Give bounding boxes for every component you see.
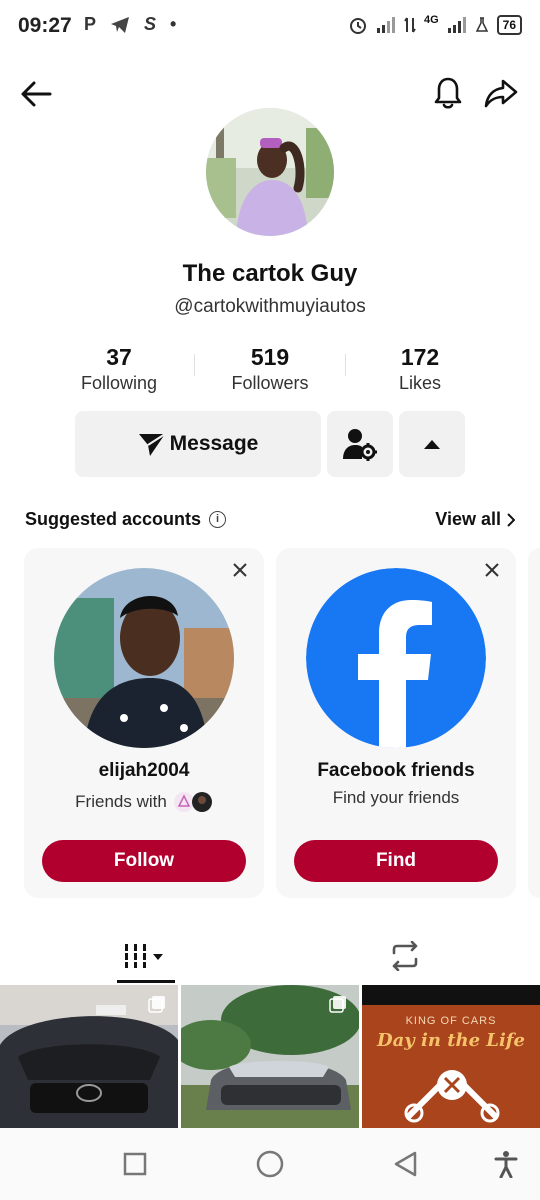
info-icon[interactable]: i xyxy=(209,511,227,528)
multi-photo-icon xyxy=(148,996,165,1013)
following-count: 37 xyxy=(106,344,132,370)
user-gear-icon xyxy=(343,429,377,461)
tab-videos[interactable] xyxy=(0,930,290,982)
message-label: Message xyxy=(169,432,259,455)
followers-label: Followers xyxy=(231,373,309,393)
suggested-subtitle: Friends with xyxy=(24,791,264,813)
message-button[interactable]: Message xyxy=(75,411,321,477)
close-icon xyxy=(485,563,499,577)
profile-name: The cartok Guy xyxy=(182,260,358,287)
followers-stat[interactable]: 519 Followers xyxy=(200,344,340,394)
dismiss-button[interactable] xyxy=(482,560,502,580)
battery-indicator: 76 xyxy=(496,15,522,35)
caret-up-icon xyxy=(424,440,440,449)
accessibility-icon xyxy=(494,1151,518,1178)
back-button[interactable] xyxy=(16,74,56,114)
multi-photo-icon xyxy=(329,996,346,1013)
repost-icon xyxy=(392,941,418,971)
status-right-icons: 4G 76 xyxy=(348,14,522,36)
signal-icon-2 xyxy=(447,17,466,33)
mutual-avatar-2 xyxy=(191,792,212,812)
system-nav-bar xyxy=(0,1128,540,1200)
likes-stat[interactable]: 172 Likes xyxy=(350,344,490,394)
friends-with-label: Friends with xyxy=(75,792,167,811)
dot-icon: • xyxy=(170,14,177,34)
following-stat[interactable]: 37 Following xyxy=(49,344,189,394)
share-button[interactable] xyxy=(480,72,522,114)
facebook-icon xyxy=(306,568,486,748)
suggested-name: elijah2004 xyxy=(98,760,190,781)
telegram-icon xyxy=(111,16,130,33)
triangle-back-icon xyxy=(394,1151,417,1177)
send-icon xyxy=(138,433,166,456)
thumb-caption-line2: Day in the Life xyxy=(377,1030,525,1051)
view-all-label: View all xyxy=(435,509,501,529)
stat-divider xyxy=(194,354,195,376)
followers-count: 519 xyxy=(250,344,290,370)
suggested-name: Facebook friends xyxy=(317,760,475,781)
thumb-top-bar xyxy=(362,985,540,1005)
elijah-avatar xyxy=(54,568,234,748)
profile-avatar[interactable] xyxy=(206,108,334,236)
likes-label: Likes xyxy=(398,373,442,393)
profile-handle: @cartokwithmuyiautos xyxy=(174,296,366,317)
status-left-icons: P S • xyxy=(84,14,176,35)
video-thumbnail[interactable] xyxy=(0,985,178,1128)
s-app-icon: S xyxy=(144,14,157,34)
following-label: Following xyxy=(80,373,158,393)
share-icon xyxy=(484,79,518,108)
network-type: 4G xyxy=(423,14,439,26)
status-time: 09:27 xyxy=(18,14,72,37)
home-button[interactable] xyxy=(246,1140,294,1188)
p-app-icon: P xyxy=(84,14,97,34)
user-settings-button[interactable] xyxy=(327,411,393,477)
suggested-accounts-header: Suggested accounts i xyxy=(25,509,227,530)
elijah-photo xyxy=(54,568,234,748)
square-icon xyxy=(123,1152,147,1176)
suggested-card-elijah[interactable]: elijah2004 Friends with Follow xyxy=(24,548,264,898)
find-button[interactable]: Find xyxy=(294,840,498,882)
lab-icon xyxy=(475,17,488,32)
video-thumbnail[interactable] xyxy=(181,985,359,1128)
tab-reposts[interactable] xyxy=(270,930,540,982)
pistons-logo xyxy=(404,1070,500,1123)
view-all-link[interactable]: View all xyxy=(435,509,515,530)
follow-button[interactable]: Follow xyxy=(42,840,246,882)
notifications-button[interactable] xyxy=(428,72,468,114)
suggested-subtitle: Find your friends xyxy=(276,788,516,808)
profile-photo xyxy=(206,108,334,236)
close-icon xyxy=(233,563,247,577)
accessibility-button[interactable] xyxy=(482,1140,530,1188)
video-thumbnail[interactable]: KING OF CARS Day in the Life xyxy=(362,985,540,1128)
suggested-accounts-title: Suggested accounts xyxy=(25,509,202,529)
facebook-logo xyxy=(306,568,486,748)
next-card-peek xyxy=(528,548,540,898)
find-friends-label: Find your friends xyxy=(332,788,460,807)
dismiss-button[interactable] xyxy=(230,560,250,580)
suggestions-toggle-button[interactable] xyxy=(399,411,465,477)
alarm-icon xyxy=(349,18,366,34)
bell-icon xyxy=(434,77,462,109)
grid-icon xyxy=(124,944,163,968)
signal-icon xyxy=(376,17,395,33)
circle-icon xyxy=(256,1150,284,1178)
chevron-right-icon xyxy=(507,512,515,527)
thumb-caption-line1: KING OF CARS xyxy=(405,1015,497,1027)
recents-button[interactable] xyxy=(111,1140,159,1188)
tab-underline xyxy=(117,980,175,983)
mutual-avatars xyxy=(173,791,213,813)
stat-divider xyxy=(345,354,346,376)
suggested-card-facebook[interactable]: Facebook friends Find your friends Find xyxy=(276,548,516,898)
data-arrows-icon xyxy=(404,17,416,33)
arrow-left-icon xyxy=(21,81,52,107)
back-nav-button[interactable] xyxy=(381,1140,429,1188)
likes-count: 172 xyxy=(400,344,440,370)
